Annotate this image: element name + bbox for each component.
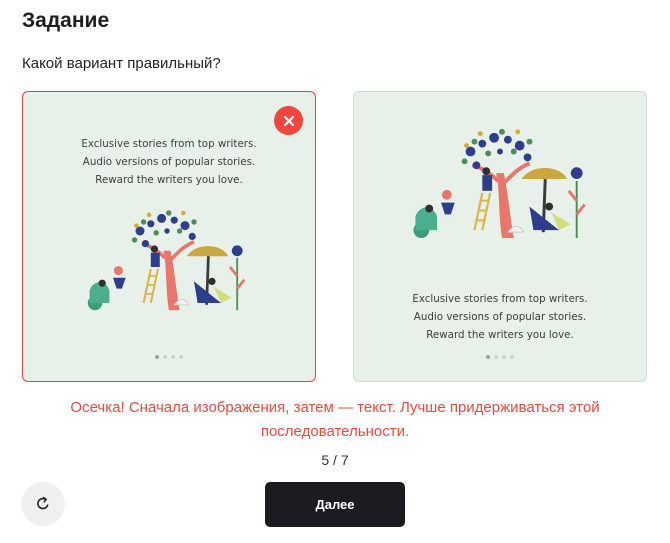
next-button[interactable]: Далее (265, 482, 405, 527)
carousel-dot (155, 355, 159, 359)
step-counter: 5 / 7 (321, 452, 349, 468)
carousel-dots (23, 355, 315, 359)
option-b-line-2: Audio versions of popular stories. (413, 311, 587, 323)
reading-tree-illustration (87, 210, 246, 311)
error-feedback: Осечка! Сначала изображения, затем — тек… (0, 396, 670, 444)
carousel-dots (354, 355, 646, 359)
option-a-text: Exclusive stories from top writers. Audi… (23, 135, 315, 189)
reading-tree-illustration (413, 128, 586, 239)
carousel-dot (510, 355, 514, 359)
carousel-dot (502, 355, 506, 359)
option-a-line-2: Audio versions of popular stories. (82, 156, 256, 168)
refresh-icon (37, 496, 49, 510)
answer-option-a[interactable]: Exclusive stories from top writers. Audi… (22, 91, 316, 382)
carousel-dot (486, 355, 490, 359)
carousel-dot (163, 355, 167, 359)
option-b-text: Exclusive stories from top writers. Audi… (354, 290, 646, 344)
close-icon (274, 106, 303, 135)
option-a-line-3: Reward the writers you love. (95, 174, 243, 186)
carousel-dot (179, 355, 183, 359)
option-a-line-1: Exclusive stories from top writers. (81, 138, 257, 150)
carousel-dot (171, 355, 175, 359)
carousel-dot (494, 355, 498, 359)
retry-button[interactable] (21, 482, 65, 526)
question-text: Какой вариант правильный? (22, 55, 221, 72)
feedback-line-1: Осечка! Сначала изображения, затем — тек… (70, 399, 600, 416)
feedback-line-2: последовательности. (260, 423, 410, 440)
page-title: Задание (22, 9, 110, 32)
option-b-line-1: Exclusive stories from top writers. (412, 293, 588, 305)
option-b-line-3: Reward the writers you love. (426, 329, 574, 341)
answer-option-b[interactable]: Exclusive stories from top writers. Audi… (353, 91, 647, 382)
